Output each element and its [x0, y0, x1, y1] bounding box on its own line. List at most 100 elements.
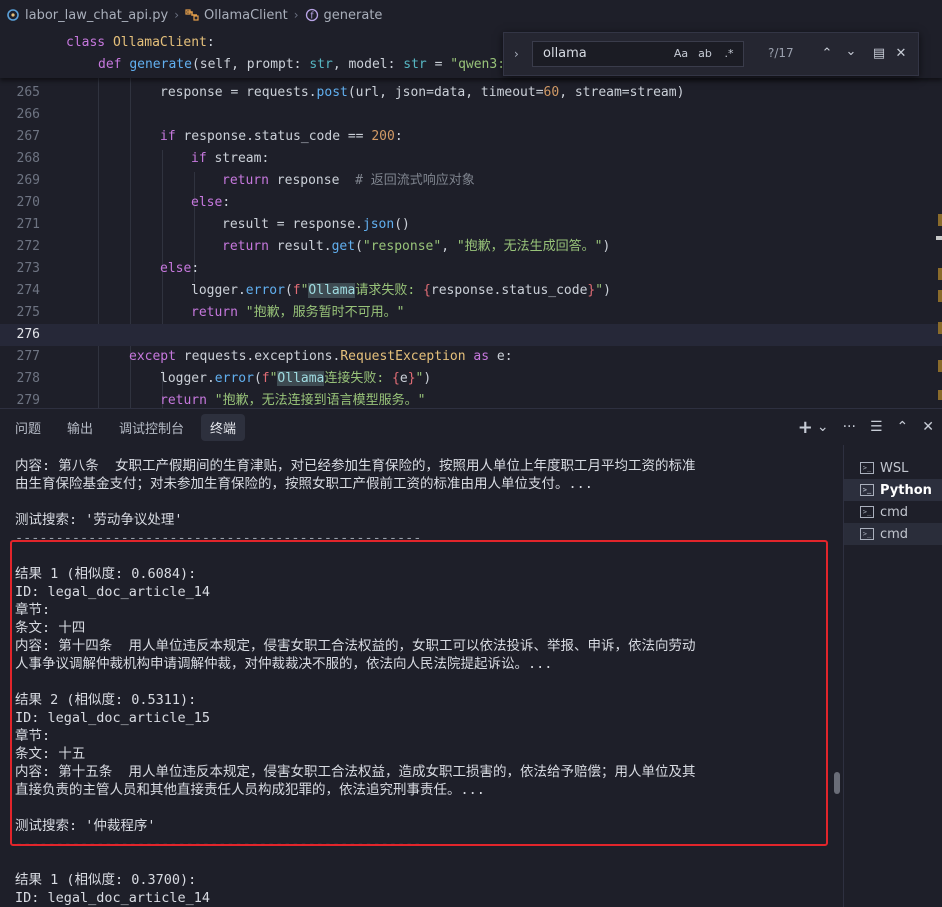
overview-ruler-mark [938, 290, 942, 302]
terminal-item-cmd[interactable]: >_ cmd [844, 501, 942, 523]
previous-match-icon[interactable]: ⌃ [817, 44, 837, 64]
code-text: result = response.json() [222, 217, 410, 232]
terminal-item-wsl[interactable]: >_ WSL [844, 457, 942, 479]
overview-ruler-mark [938, 360, 942, 372]
close-icon[interactable]: ✕ [891, 44, 911, 64]
terminal-line: ID: legal_doc_article_14 [15, 890, 211, 906]
close-icon[interactable]: ✕ [922, 419, 934, 435]
method-icon: f [305, 8, 318, 22]
code-line-274[interactable]: 274 logger.error(f"Ollama请求失败: {response.… [0, 280, 942, 302]
code-text: return result.get("response", "抱歉，无法生成回答… [222, 239, 611, 254]
terminal-item-label: cmd [880, 504, 909, 520]
breadcrumb-class[interactable]: OllamaClient [185, 8, 288, 23]
breadcrumb-file[interactable]: labor_law_chat_api.py [6, 8, 168, 23]
code-editor[interactable]: 265 response = requests.post(url, json=da… [0, 30, 942, 408]
line-number: 275 [16, 305, 40, 320]
code-line-271[interactable]: 271 result = response.json() [0, 214, 942, 236]
line-number: 268 [16, 151, 40, 166]
code-line-269[interactable]: 269 return response # 返回流式响应对象 [0, 170, 942, 192]
terminal-line: 由生育保险基金支付；对未参加生育保险的，按照女职工产假前工资的标准由用人单位支付… [15, 476, 593, 492]
whole-word-icon[interactable]: ab [695, 45, 715, 63]
code-text: return "抱歉，无法连接到语言模型服务。" [160, 393, 426, 408]
line-number: 273 [16, 261, 40, 276]
code-text: if response.status_code == 200: [160, 129, 403, 144]
terminal-item-python[interactable]: >_ Python [844, 479, 942, 501]
bottom-panel: 问题 输出 调试控制台 终端 + ⌄ ··· ☰ ⌃ ✕ 内容: 第八条 女职工… [0, 408, 942, 907]
next-match-icon[interactable]: ⌄ [841, 42, 861, 62]
terminal-item-label: WSL [880, 460, 909, 476]
code-text: else: [160, 261, 200, 276]
code-text: logger.error(f"Ollama连接失败: {e}") [160, 371, 432, 386]
terminal-item-label: Python [880, 482, 932, 498]
breadcrumb-method-label: generate [323, 7, 383, 23]
terminal-scrollbar[interactable] [834, 772, 840, 794]
tab-output[interactable]: 输出 [58, 414, 102, 441]
breadcrumb-class-label: OllamaClient [204, 7, 288, 23]
sliders-icon[interactable]: ☰ [870, 419, 883, 435]
tab-debug-console[interactable]: 调试控制台 [110, 414, 193, 441]
line-number: 267 [16, 129, 40, 144]
line-number: 276 [16, 327, 40, 342]
terminal-icon: >_ [860, 528, 874, 540]
overview-ruler-cursor [936, 236, 942, 240]
code-text: return "抱歉，服务暂时不可用。" [191, 305, 405, 320]
terminal-line: 结果 1 (相似度: 0.3700): [15, 872, 197, 888]
chevron-up-icon[interactable]: ⌃ [897, 419, 909, 435]
code-text: if stream: [191, 151, 270, 166]
chevron-right-icon[interactable]: › [514, 47, 519, 61]
line-number: 274 [16, 283, 40, 298]
overview-ruler-mark [938, 268, 942, 280]
chevron-right-icon: › [174, 8, 180, 22]
code-line-265[interactable]: 265 response = requests.post(url, json=da… [0, 82, 942, 104]
terminal-icon: >_ [860, 484, 874, 496]
match-case-icon[interactable]: Aa [671, 45, 691, 63]
code-text: response = requests.post(url, json=data,… [160, 85, 685, 100]
chevron-down-icon[interactable]: ⌄ [817, 419, 829, 435]
line-number: 278 [16, 371, 40, 386]
class-icon [185, 9, 199, 21]
terminal-item-label: cmd [880, 526, 909, 542]
line-number: 270 [16, 195, 40, 210]
regex-icon[interactable]: .* [719, 45, 739, 63]
find-widget: › ollama Aa ab .* ?/17 ⌃ ⌄ ▤ ✕ [503, 32, 919, 76]
line-number: 272 [16, 239, 40, 254]
line-number: 279 [16, 393, 40, 408]
breadcrumb: labor_law_chat_api.py › OllamaClient › f… [0, 0, 942, 30]
code-line-272[interactable]: 272 return result.get("response", "抱歉，无法生… [0, 236, 942, 258]
chevron-right-icon: › [293, 8, 299, 22]
code-text: logger.error(f"Ollama请求失败: {response.sta… [191, 283, 611, 298]
line-number: 266 [16, 107, 40, 122]
terminal-item-cmd-2[interactable]: >_ cmd [844, 523, 942, 545]
plus-icon[interactable]: + [798, 417, 813, 438]
code-line-279[interactable]: 279 return "抱歉，无法连接到语言模型服务。" [0, 390, 942, 408]
terminal-line: 测试搜索: '劳动争议处理' [15, 512, 183, 528]
code-text: except requests.exceptions.RequestExcept… [129, 349, 513, 364]
terminal-icon: >_ [860, 506, 874, 518]
code-line-270[interactable]: 270 else: [0, 192, 942, 214]
code-text: return response # 返回流式响应对象 [222, 173, 475, 188]
tab-problems[interactable]: 问题 [6, 414, 50, 441]
code-line-277[interactable]: 277 except requests.exceptions.RequestExc… [0, 346, 942, 368]
code-line-273[interactable]: 273 else: [0, 258, 942, 280]
highlight-annotation-box [10, 540, 828, 846]
overview-ruler-mark [938, 214, 942, 226]
panel-actions: + ⌄ ··· ☰ ⌃ ✕ [798, 409, 934, 445]
code-line-276[interactable]: 276 [0, 324, 942, 346]
code-line-267[interactable]: 267 if response.status_code == 200: [0, 126, 942, 148]
match-count: ?/17 [768, 46, 794, 60]
more-icon[interactable]: ··· [843, 419, 856, 435]
terminal-list: >_ WSL >_ Python >_ cmd >_ cmd [843, 445, 942, 907]
breadcrumb-method[interactable]: f generate [305, 7, 383, 23]
terminal-line: 内容: 第八条 女职工产假期间的生育津贴，对已经参加生育保险的，按照用人单位上年… [15, 458, 696, 474]
line-number: 277 [16, 349, 40, 364]
python-file-icon [7, 9, 19, 21]
code-line-268[interactable]: 268 if stream: [0, 148, 942, 170]
line-number: 265 [16, 85, 40, 100]
code-line-278[interactable]: 278 logger.error(f"Ollama连接失败: {e}") [0, 368, 942, 390]
terminal-output[interactable]: 内容: 第八条 女职工产假期间的生育津贴，对已经参加生育保险的，按照用人单位上年… [0, 445, 842, 907]
code-line-275[interactable]: 275 return "抱歉，服务暂时不可用。" [0, 302, 942, 324]
find-in-selection-icon[interactable]: ▤ [869, 44, 889, 64]
breadcrumb-file-label: labor_law_chat_api.py [25, 7, 169, 23]
tab-terminal[interactable]: 终端 [201, 413, 246, 441]
code-line-266[interactable]: 266 [0, 104, 942, 126]
